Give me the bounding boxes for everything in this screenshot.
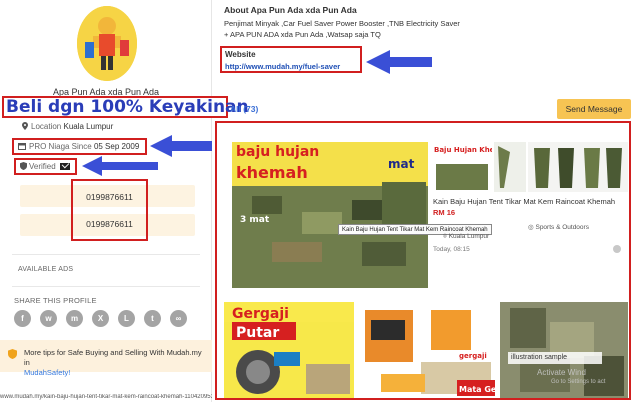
telegram-icon[interactable]: t [144,310,161,327]
gergaji-putar-photo: Gergaji Putar [224,302,354,398]
listing-title[interactable]: Kain Baju Hujan Tent Tikar Mat Kem Rainc… [433,197,628,207]
phone-number-2[interactable]: 0199876611 [73,219,146,229]
annotation-heading: Beli dgn 100% Keyakinan [2,96,249,118]
verified-label: Verified [29,162,56,171]
listing-location-text: Kuala Lumpur [448,233,490,240]
listing-location: ⌾ Kuala Lumpur [443,233,489,241]
email-verified-icon [59,163,70,170]
location-pin-icon [22,122,28,130]
x-twitter-icon[interactable]: X [92,310,109,327]
share-buttons: f w m X L t ∞ [14,310,187,327]
thumb-photo [494,142,526,192]
windows-activation-watermark: Activate Wind [537,368,586,377]
listing-price: RM 16 [433,208,456,217]
listing-card-gergaji-jigsaw[interactable]: Mata Gerg gergaji [361,302,495,398]
gergaji-jigsaw-photo: Mata Gerg gergaji [361,302,495,398]
divider [12,286,200,287]
safety-shield-icon [8,349,17,359]
more-options-icon[interactable] [613,245,621,253]
safety-tips-banner: More tips for Safe Buying and Selling Wi… [0,340,212,377]
windows-activation-subtext: Go to Settings to act [551,379,606,385]
status-bar-url: www.mudah.my/kain-baju-hujan-tent-tikar-… [0,394,212,400]
calendar-icon [18,143,26,150]
whatsapp-icon[interactable]: w [40,310,57,327]
share-profile-label: SHARE THIS PROFILE [14,296,97,305]
website-link[interactable]: http://www.mudah.my/fuel-saver [225,62,360,71]
illustration-sample-label: illustration sample [508,352,602,364]
safety-tips-text: More tips for Safe Buying and Selling Wi… [24,348,208,378]
available-ads-label: AVAILABLE ADS [18,266,74,273]
card1-sub: Putar [236,325,279,341]
verified-badge: Verified [14,158,77,175]
facebook-messenger-icon[interactable]: m [66,310,83,327]
tips-text: More tips for Safe Buying and Selling Wi… [24,348,202,367]
copy-link-icon[interactable]: ∞ [170,310,187,327]
line-icon[interactable]: L [118,310,135,327]
seller-avatar [77,6,137,81]
image-text-baju-hujan: baju hujan [236,144,319,160]
listing-main-image[interactable]: baju hujan khemah mat 3 mat [232,142,428,288]
location-pin-icon: ⌾ [443,233,447,240]
send-message-button[interactable]: Send Message [557,99,631,119]
about-title: About Apa Pun Ada xda Pun Ada [224,5,357,15]
location-label: Location [31,122,62,131]
category-text: Sports & Outdoors [535,224,589,231]
avatar-mascot-icon [77,6,137,81]
mudah-safety-link[interactable]: MudahSafety! [24,368,70,377]
card2-title: gergaji [459,352,487,360]
listing-thumb-3[interactable] [528,142,628,192]
phone-number-1[interactable]: 0199876611 [73,192,146,202]
about-line-2: + APA PUN ADA xda Pun Ada ,Watsap saja T… [224,30,381,39]
listing-thumb-1[interactable]: Baju Hujan Khemah [432,142,492,192]
thumb-photo [528,142,628,192]
annotation-arrow-website [366,50,432,74]
phone-numbers-highlight: 0199876611 0199876611 [71,179,148,241]
about-line-1: Penjimat Minyak ,Car Fuel Saver Power Bo… [224,19,460,28]
pro-since-date: 05 Sep 2009 [93,142,140,151]
seller-location: Location Kuala Lumpur [22,122,113,131]
image-text-khemah: khemah [236,163,308,182]
image-text-mat: mat [388,157,415,171]
pro-label: PRO Niaga Since [29,142,92,151]
divider [12,254,200,255]
card2-sub: Mata Gerg [459,385,495,394]
image-text-3mat: 3 mat [240,215,270,225]
listing-card-gergaji-putar[interactable]: Gergaji Putar [224,302,354,398]
listing-thumb-2[interactable] [494,142,526,192]
website-label: Website [225,50,256,59]
card1-title: Gergaji [232,306,289,322]
listing-photo: baju hujan khemah mat 3 mat [232,142,428,288]
thumb-title: Baju Hujan Khemah [434,146,492,154]
listing-date: Today, 08:15 [433,246,470,253]
website-section: Website http://www.mudah.my/fuel-saver [220,46,362,73]
thumb-photo: Baju Hujan Khemah [432,142,492,192]
facebook-icon[interactable]: f [14,310,31,327]
tab-all-ads[interactable]: All (73) [230,104,258,114]
seller-sidebar: Apa Pun Ada xda Pun Ada Location Kuala L… [0,0,212,402]
annotation-arrow-verified [82,156,158,176]
about-description: Penjimat Minyak ,Car Fuel Saver Power Bo… [224,18,484,40]
shield-check-icon [20,162,27,170]
pro-niaga-since: PRO Niaga Since 05 Sep 2009 [12,138,147,155]
location-value: Kuala Lumpur [63,122,114,131]
listing-category: ◎ Sports & Outdoors [528,224,589,231]
